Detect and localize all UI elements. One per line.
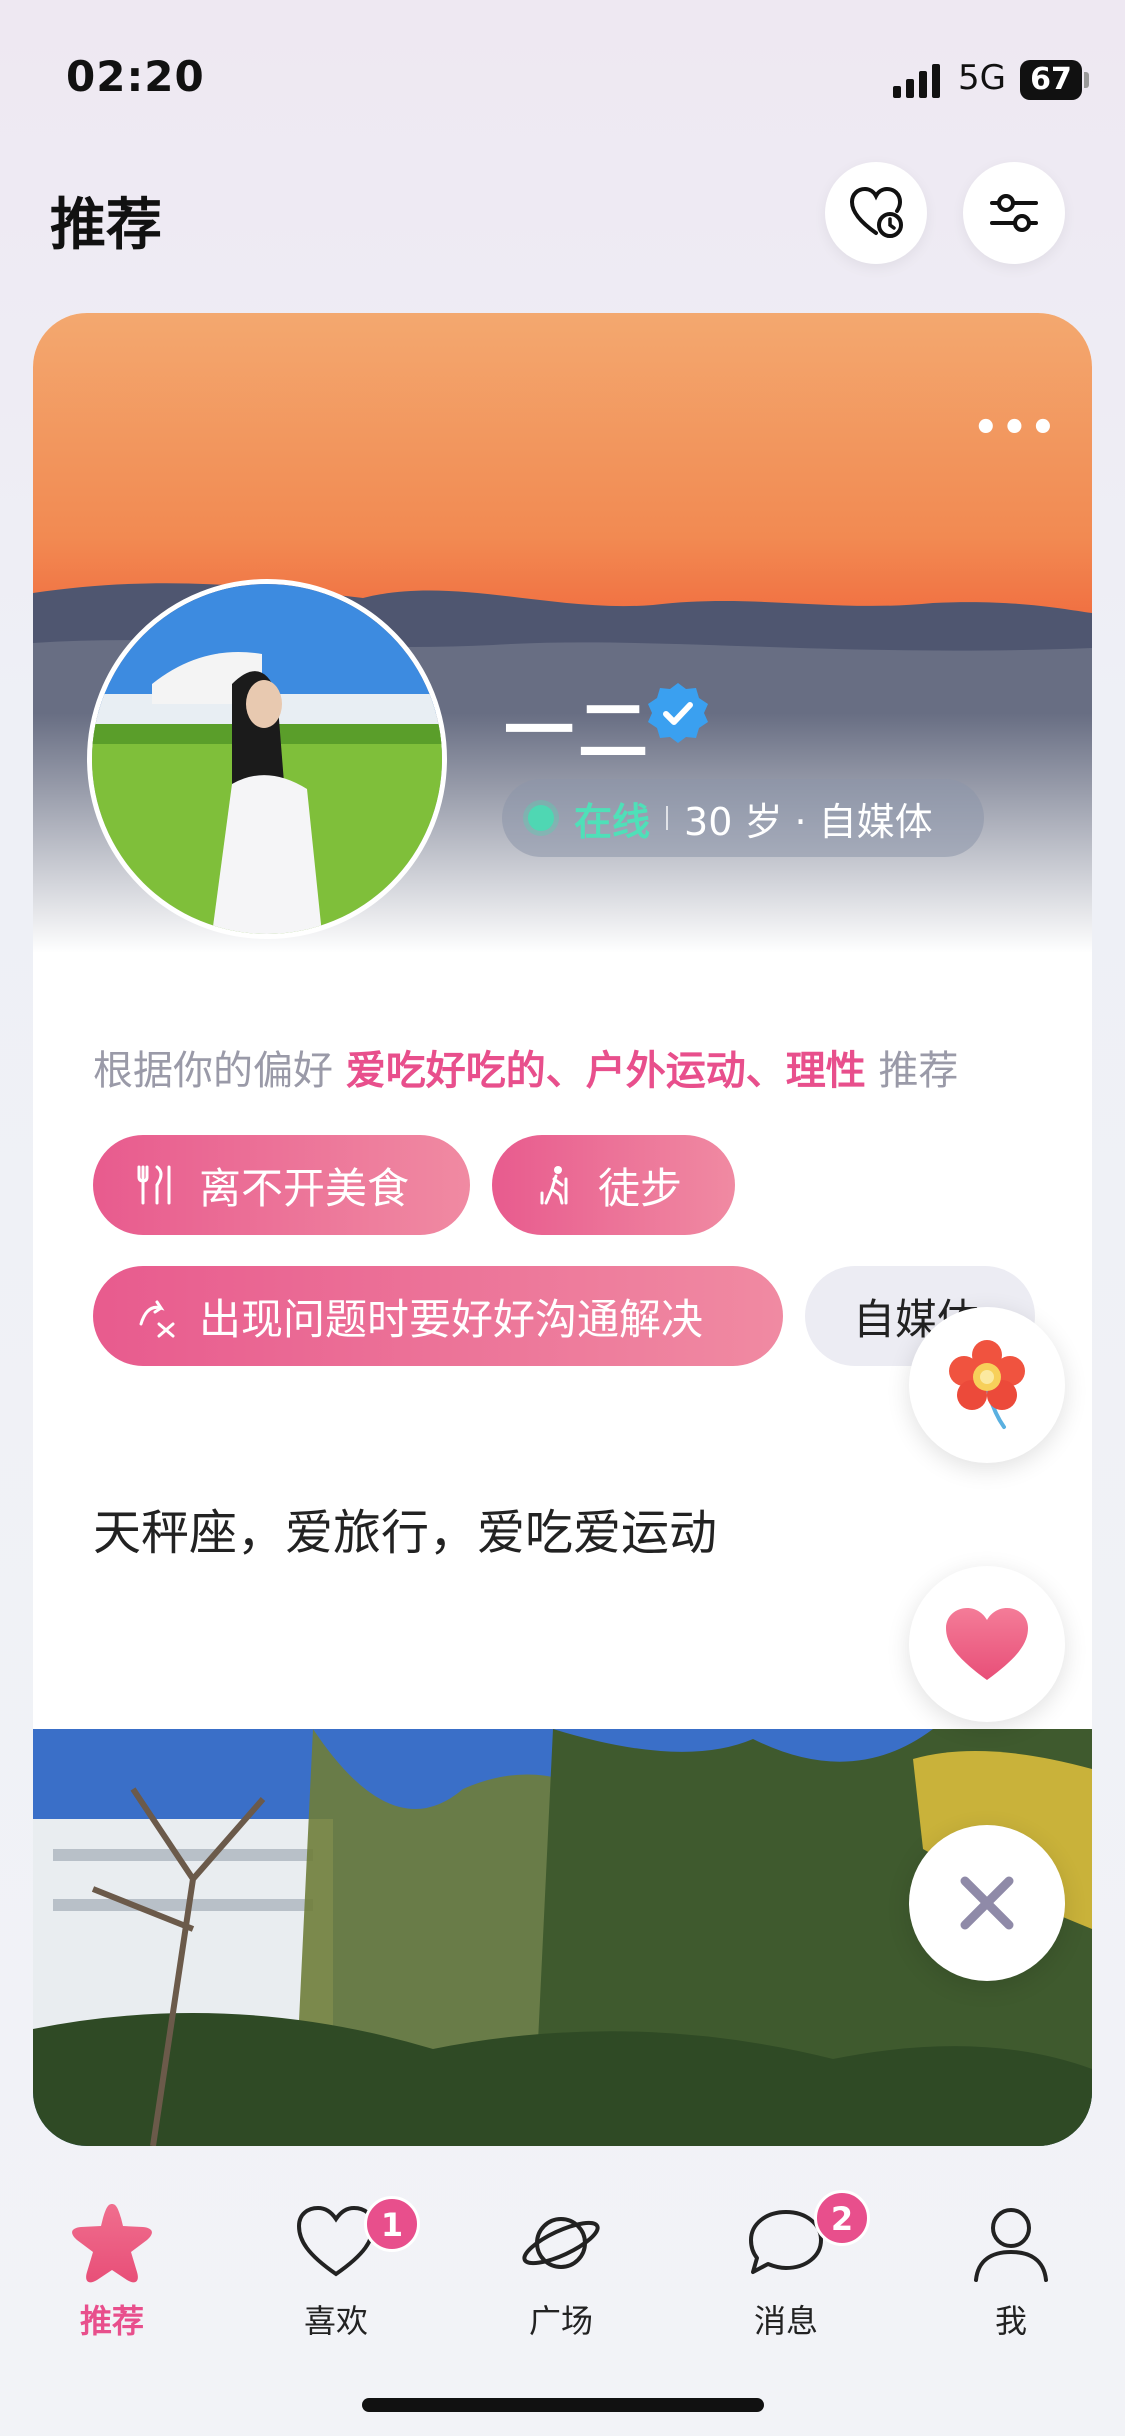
hiking-icon [534,1163,578,1207]
recommend-reason: 根据你的偏好 爱吃好吃的、户外运动、理性 推荐 [93,1038,958,1096]
tab-label: 推荐 [79,2302,144,2340]
avatar-photo [92,584,442,934]
food-icon [135,1163,179,1207]
tag-hiking[interactable]: 徒步 [492,1135,735,1235]
battery-icon: 67 [1020,60,1082,100]
tab-label: 我 [994,2302,1027,2340]
tab-me[interactable]: 我 [941,2200,1081,2342]
battery-tip [1084,72,1089,88]
filter-button[interactable] [963,162,1065,264]
profile-name: 一二 [504,690,652,772]
reason-highlights: 爱吃好吃的、户外运动、理性 [345,1048,866,1094]
tab-label: 消息 [753,2302,818,2340]
likes-badge: 1 [364,2196,420,2252]
user-icon [974,2208,1048,2282]
sliders-icon [990,194,1038,232]
tab-recommend[interactable]: 推荐 [42,2200,182,2342]
heart-icon [946,1608,1028,1680]
planet-icon [522,2217,600,2269]
tab-likes[interactable]: 1 喜欢 [266,2196,420,2342]
tag-label: 出现问题时要好好沟通解决 [199,1294,704,1344]
verified-badge-icon [648,683,708,743]
signal-icon [893,64,940,98]
avatar[interactable] [87,579,447,939]
tag-communication[interactable]: 出现问题时要好好沟通解决 [93,1266,783,1366]
reason-prefix: 根据你的偏好 [93,1048,333,1094]
star-icon [72,2204,152,2283]
tag-label: 离不开美食 [199,1163,410,1213]
network-type: 5G [958,58,1006,98]
dislike-button[interactable] [909,1825,1065,1981]
like-button[interactable] [909,1566,1065,1722]
tab-label: 喜欢 [303,2302,368,2340]
age-occupation: 30 岁 · 自媒体 [684,799,933,844]
flower-icon [949,1340,1025,1429]
messages-badge: 2 [814,2190,870,2246]
reason-suffix: 推荐 [878,1048,959,1094]
tab-square[interactable]: 广场 [491,2200,631,2342]
tag-label: 徒步 [598,1163,683,1213]
tab-messages[interactable]: 2 消息 [716,2190,870,2342]
tab-label: 广场 [528,2302,593,2340]
more-options-button[interactable]: ••• [973,405,1059,451]
communication-icon [135,1294,179,1338]
divider [666,806,669,830]
home-indicator[interactable] [362,2398,764,2412]
page-title: 推荐 [50,193,162,258]
status-pill: 在线 30 岁 · 自媒体 [502,779,984,857]
heart-clock-icon [849,186,903,238]
online-indicator [528,805,554,831]
send-flower-button[interactable] [909,1307,1065,1463]
tag-food[interactable]: 离不开美食 [93,1135,470,1235]
like-history-button[interactable] [825,162,927,264]
profile-bio: 天秤座，爱旅行，爱吃爱运动 [93,1505,718,1561]
close-icon [960,1876,1014,1930]
status-time: 02:20 [66,52,205,101]
online-status: 在线 [574,799,651,844]
